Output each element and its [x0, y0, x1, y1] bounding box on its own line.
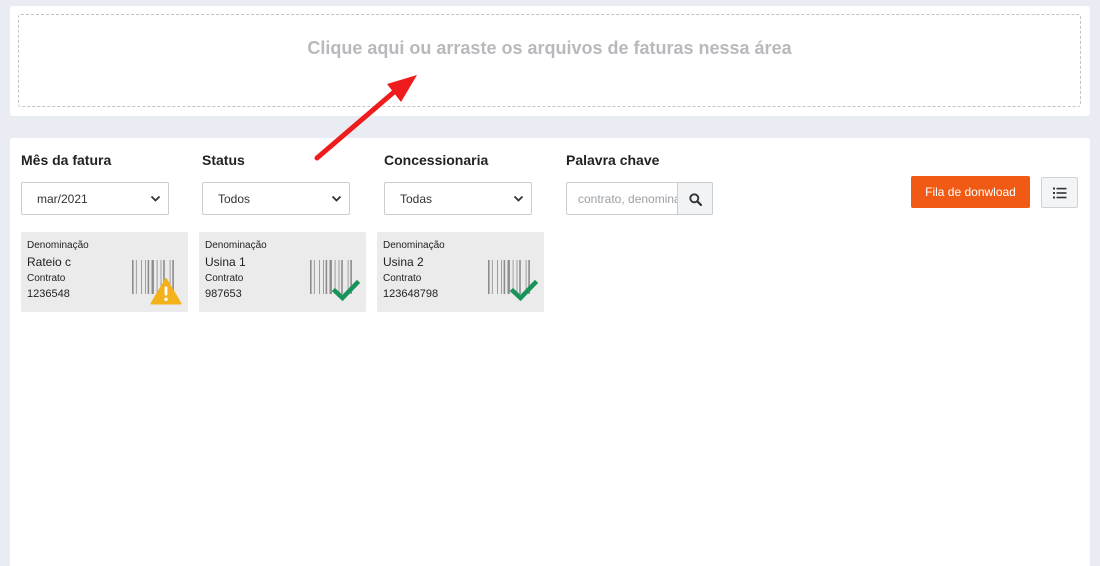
barcode-stripe — [310, 260, 312, 294]
month-filter-label: Mês da fatura — [21, 152, 112, 168]
download-queue-button[interactable]: Fila de donwload — [911, 176, 1030, 208]
search-icon — [689, 193, 702, 206]
invoice-card[interactable]: Denominação Usina 2 Contrato 123648798 — [377, 232, 544, 312]
keyword-search — [566, 182, 713, 215]
utility-select[interactable]: Todas — [384, 182, 532, 215]
search-button[interactable] — [677, 182, 713, 215]
list-view-button[interactable] — [1041, 177, 1078, 208]
upload-panel: Clique aqui ou arraste os arquivos de fa… — [10, 6, 1090, 116]
barcode-stripe — [325, 260, 328, 294]
status-select[interactable]: Todos — [202, 182, 350, 215]
file-dropzone[interactable]: Clique aqui ou arraste os arquivos de fa… — [18, 14, 1081, 107]
month-select-value: mar/2021 — [37, 192, 88, 206]
chevron-down-icon — [150, 195, 161, 202]
contract-value: 987653 — [205, 288, 242, 300]
contract-label: Contrato — [205, 273, 244, 284]
denomination-label: Denominação — [27, 240, 89, 251]
utility-select-value: Todas — [400, 192, 433, 206]
denomination-label: Denominação — [383, 240, 445, 251]
barcode-stripe — [497, 260, 498, 294]
dropzone-text: Clique aqui ou arraste os arquivos de fa… — [307, 38, 792, 58]
keyword-filter-label: Palavra chave — [566, 152, 660, 168]
invoice-card[interactable]: Denominação Rateio c Contrato 1236548 — [21, 232, 188, 312]
barcode-stripe — [488, 260, 490, 294]
check-icon — [332, 280, 360, 302]
contract-value: 123648798 — [383, 288, 439, 300]
keyword-search-input[interactable] — [566, 182, 677, 215]
utility-filter-label: Concessionaria — [384, 152, 489, 168]
barcode-stripe — [147, 260, 150, 294]
barcode-stripe — [501, 260, 502, 294]
barcode-stripe — [323, 260, 324, 294]
invoice-card[interactable]: Denominação Usina 1 Contrato 987653 — [199, 232, 366, 312]
status-select-value: Todos — [218, 192, 251, 206]
barcode-stripe — [135, 260, 137, 294]
month-select[interactable]: mar/2021 — [21, 182, 169, 215]
warning-icon — [150, 278, 182, 305]
chevron-down-icon — [331, 195, 342, 202]
denomination-value: Usina 1 — [205, 255, 246, 269]
contract-label: Contrato — [383, 273, 422, 284]
barcode-stripe — [145, 260, 146, 294]
chevron-down-icon — [513, 195, 524, 202]
denomination-value: Rateio c — [27, 255, 72, 269]
denomination-value: Usina 2 — [383, 255, 424, 269]
barcode-stripe — [491, 260, 493, 294]
contract-value: 1236548 — [27, 288, 70, 300]
contract-label: Contrato — [27, 273, 66, 284]
denomination-label: Denominação — [205, 240, 267, 251]
check-icon — [510, 280, 538, 302]
barcode-stripe — [313, 260, 315, 294]
barcode-stripe — [141, 260, 142, 294]
barcode-stripe — [503, 260, 506, 294]
list-icon — [1053, 187, 1067, 199]
barcode-stripe — [319, 260, 320, 294]
barcode-stripe — [132, 260, 134, 294]
invoices-panel: Mês da fatura mar/2021 Status Todos Conc… — [10, 138, 1090, 566]
status-filter-label: Status — [202, 152, 245, 168]
